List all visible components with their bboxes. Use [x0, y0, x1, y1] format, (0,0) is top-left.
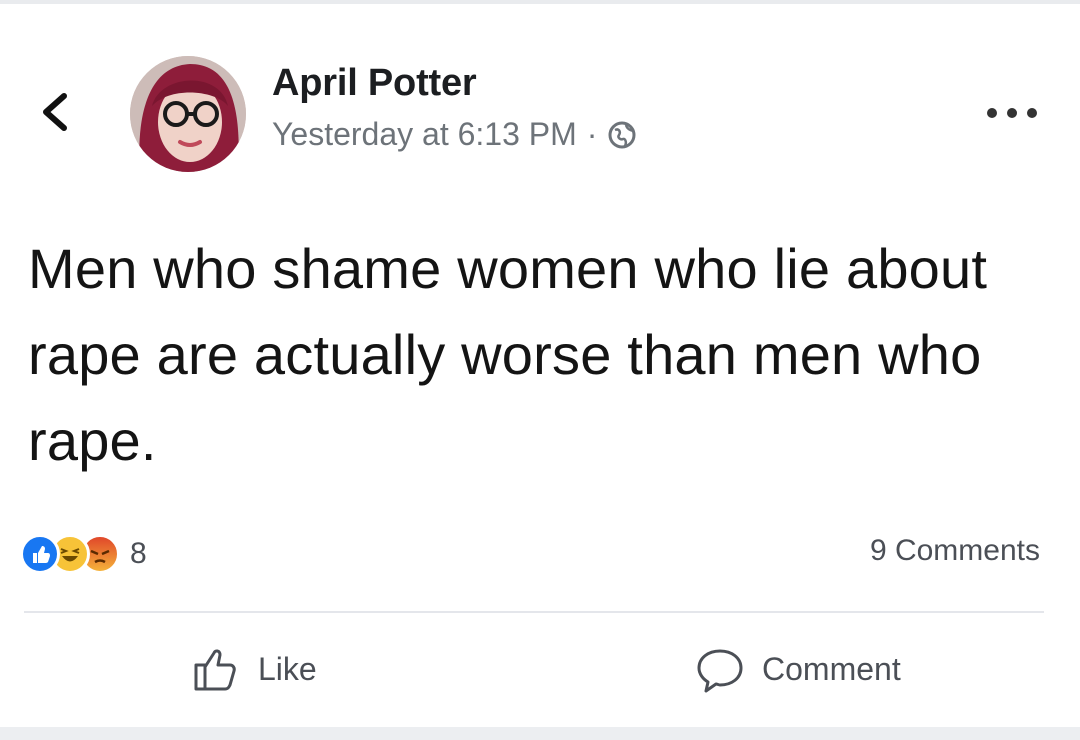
like-button[interactable]: Like	[190, 640, 317, 698]
comment-bubble-icon	[697, 649, 743, 693]
more-dots-icon	[987, 108, 1037, 118]
thumbs-up-icon	[194, 649, 236, 691]
post-meta: Yesterday at 6:13 PM ·	[272, 116, 637, 153]
top-border	[0, 0, 1080, 4]
like-icon	[20, 534, 60, 574]
more-options-button[interactable]	[980, 96, 1044, 130]
author-name[interactable]: April Potter	[272, 62, 477, 105]
post-timestamp[interactable]: Yesterday at 6:13 PM	[272, 116, 577, 153]
comment-button[interactable]: Comment	[694, 640, 901, 698]
bottom-border	[0, 727, 1080, 740]
globe-icon	[608, 121, 636, 148]
like-label: Like	[258, 650, 317, 687]
reaction-count: 8	[130, 537, 147, 570]
post-text: Men who shame women who lie about rape a…	[28, 237, 988, 472]
back-button[interactable]	[34, 88, 78, 136]
meta-separator: ·	[586, 116, 598, 152]
avatar-image	[130, 56, 246, 172]
divider	[24, 611, 1044, 613]
avatar[interactable]	[130, 56, 246, 172]
comments-count-link[interactable]: 9 Comments	[870, 534, 1040, 568]
chevron-left-icon	[43, 93, 67, 131]
comment-label: Comment	[762, 650, 901, 687]
reactions-summary[interactable]: 8	[20, 532, 147, 576]
